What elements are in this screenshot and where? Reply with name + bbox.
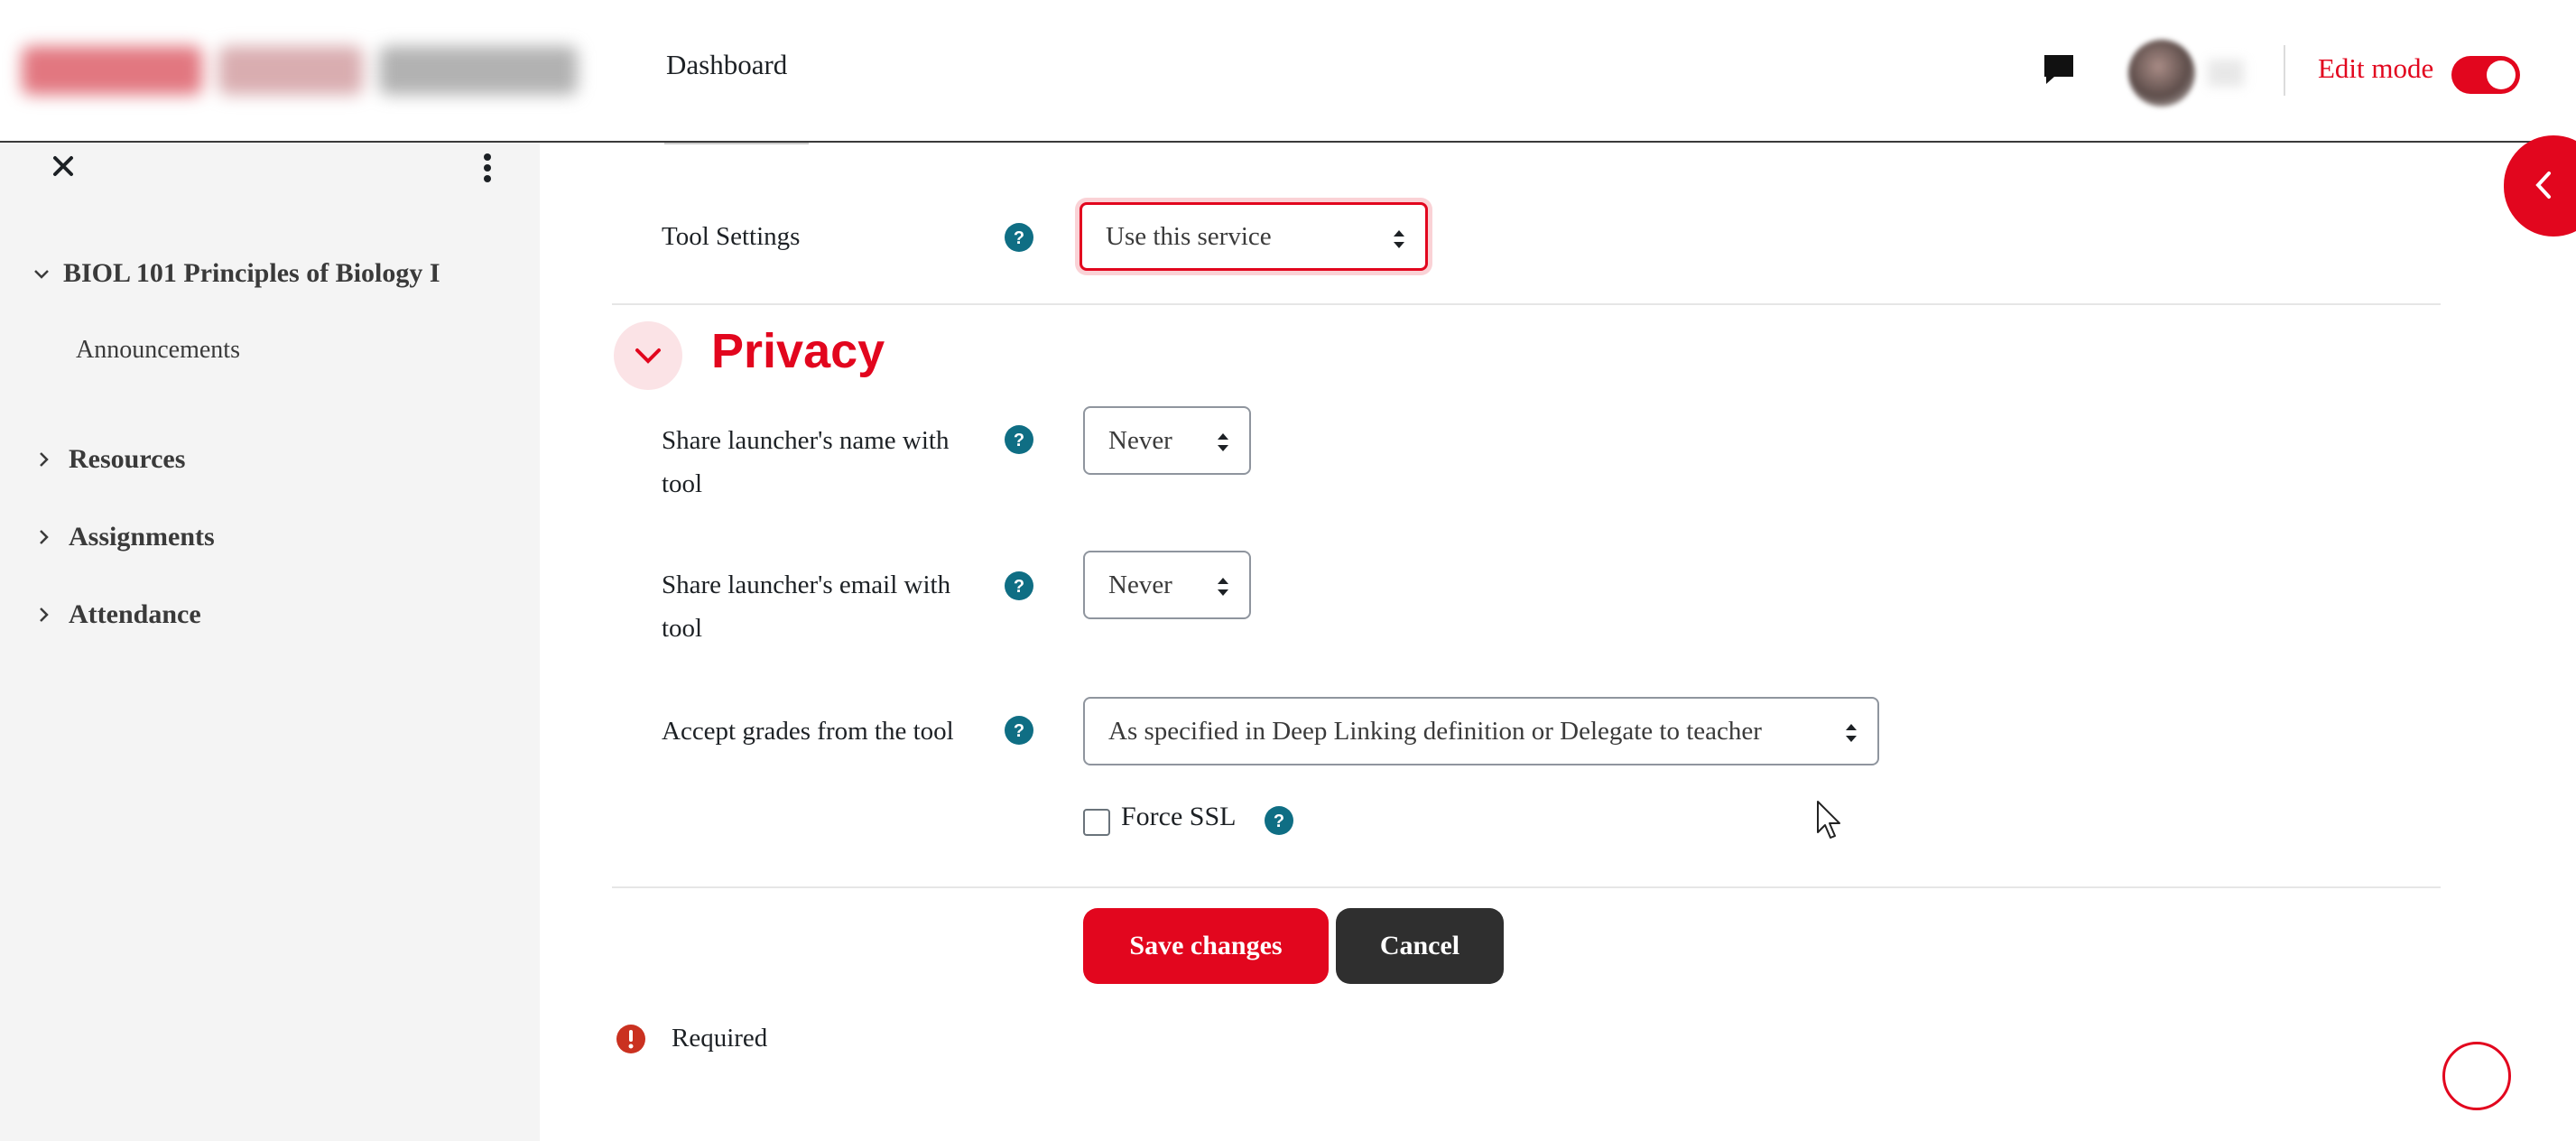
- help-icon[interactable]: ?: [1004, 715, 1034, 746]
- select-arrows-icon: [1394, 230, 1404, 248]
- form-divider: [612, 886, 2441, 888]
- required-icon: [616, 1025, 645, 1053]
- chevron-right-icon: [40, 530, 49, 544]
- chevron-right-icon: [40, 608, 49, 622]
- select-arrows-icon: [1218, 433, 1228, 451]
- share-name-label: Share launcher's name with tool: [662, 426, 950, 498]
- course-index-course[interactable]: BIOL 101 Principles of Biology I: [32, 258, 440, 289]
- select-arrows-icon: [1218, 578, 1228, 596]
- chevron-down-icon: [635, 348, 661, 364]
- save-changes-button[interactable]: Save changes: [1083, 908, 1329, 984]
- user-menu-caret[interactable]: [2208, 60, 2244, 87]
- block-drawer-toggle[interactable]: [2504, 135, 2576, 237]
- course-index-section-attendance[interactable]: Attendance: [34, 599, 201, 630]
- chat-icon[interactable]: [2042, 52, 2076, 87]
- force-ssl-label[interactable]: Force SSL: [1121, 802, 1237, 832]
- svg-text:?: ?: [1014, 228, 1024, 248]
- required-legend: Required: [672, 1024, 768, 1053]
- navbar-divider: [2284, 45, 2285, 96]
- share-email-value: Never: [1108, 570, 1172, 599]
- svg-text:?: ?: [1014, 721, 1024, 741]
- floating-footer-button[interactable]: [2442, 1042, 2511, 1110]
- accept-grades-value: As specified in Deep Linking definition …: [1108, 716, 1762, 746]
- close-icon[interactable]: [51, 153, 76, 179]
- privacy-collapse-toggle[interactable]: [614, 321, 682, 390]
- tool-settings-value: Use this service: [1106, 221, 1272, 251]
- share-email-label: Share launcher's email with tool: [662, 570, 951, 643]
- course-index-section-resources[interactable]: Resources: [34, 444, 185, 475]
- course-index-announcements[interactable]: Announcements: [76, 336, 240, 365]
- top-navbar: Dashboard Edit mode: [0, 0, 2576, 143]
- help-icon[interactable]: ?: [1004, 570, 1034, 601]
- section-label: Assignments: [69, 522, 215, 552]
- help-icon[interactable]: ?: [1004, 424, 1034, 455]
- share-name-select[interactable]: Never: [1083, 406, 1251, 475]
- section-label: Resources: [69, 444, 186, 474]
- force-ssl-checkbox[interactable]: [1083, 809, 1110, 836]
- tool-settings-select[interactable]: Use this service: [1080, 202, 1428, 271]
- share-email-select[interactable]: Never: [1083, 551, 1251, 619]
- kebab-icon[interactable]: [482, 152, 493, 184]
- nav-dashboard-link[interactable]: Dashboard: [666, 49, 787, 81]
- course-index-drawer: [0, 143, 540, 1141]
- section-label: Attendance: [69, 599, 201, 629]
- help-icon[interactable]: ?: [1004, 222, 1034, 253]
- site-logo[interactable]: [22, 34, 590, 107]
- chevron-left-icon: [2535, 172, 2551, 199]
- mouse-cursor-icon: [1817, 801, 1840, 839]
- select-arrows-icon: [1846, 724, 1857, 742]
- svg-text:?: ?: [1014, 431, 1024, 450]
- edit-mode-toggle[interactable]: [2451, 56, 2520, 94]
- course-title: BIOL 101 Principles of Biology I: [63, 258, 440, 288]
- course-index-section-assignments[interactable]: Assignments: [34, 522, 215, 552]
- accept-grades-select[interactable]: As specified in Deep Linking definition …: [1083, 697, 1879, 765]
- svg-text:?: ?: [1274, 812, 1284, 831]
- cancel-button[interactable]: Cancel: [1336, 908, 1504, 984]
- privacy-section-heading: Privacy: [711, 324, 885, 378]
- edit-mode-label: Edit mode: [2318, 52, 2434, 84]
- accept-grades-label: Accept grades from the tool: [662, 717, 954, 746]
- avatar[interactable]: [2128, 40, 2195, 107]
- chevron-right-icon: [40, 452, 49, 467]
- chevron-down-icon: [34, 270, 49, 279]
- section-divider: [612, 303, 2441, 305]
- tool-settings-label: Tool Settings: [662, 222, 801, 251]
- share-name-value: Never: [1108, 425, 1172, 455]
- help-icon[interactable]: ?: [1264, 805, 1294, 836]
- svg-text:?: ?: [1014, 577, 1024, 597]
